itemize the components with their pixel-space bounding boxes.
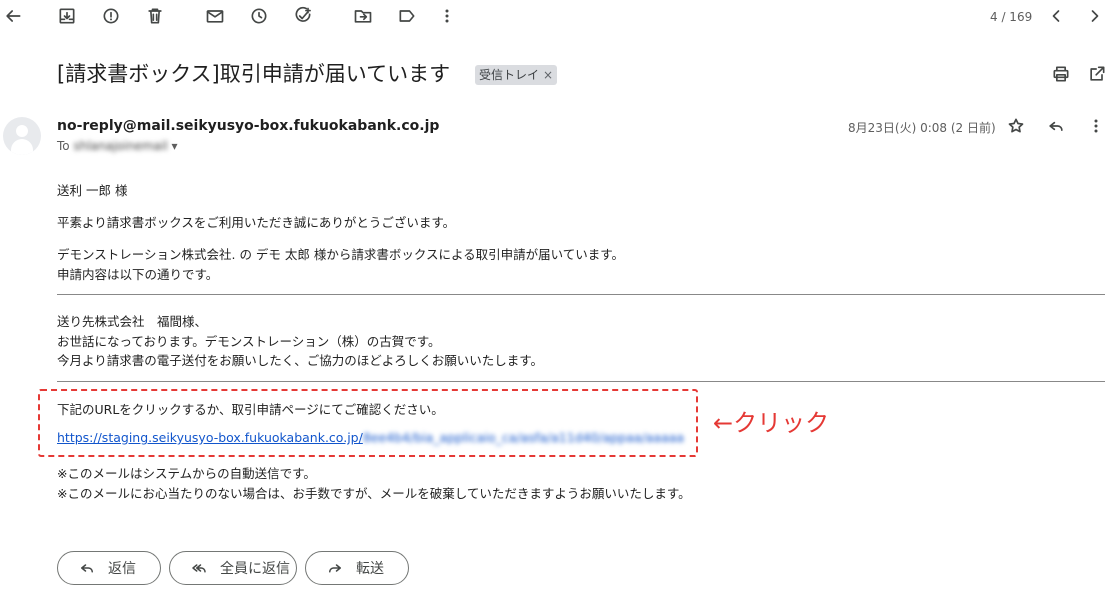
archive-icon[interactable] <box>55 4 79 28</box>
reply-button-label: 返信 <box>108 561 136 577</box>
snooze-icon[interactable] <box>247 4 271 28</box>
reply-arrow-icon <box>81 564 93 573</box>
email-subject: [請求書ボックス]取引申請が届いています <box>57 62 451 86</box>
newer-chevron-icon[interactable] <box>1044 4 1068 28</box>
body-line-3: 申請内容は以下の通りです。 <box>57 267 219 282</box>
label-icon[interactable] <box>395 4 419 28</box>
reply-icon[interactable] <box>1044 114 1068 138</box>
older-chevron-icon[interactable] <box>1083 4 1107 28</box>
greeting: 送利 一郎 様 <box>57 183 128 198</box>
star-icon[interactable] <box>1004 114 1028 138</box>
quote-line-2: お世話になっております。デモンストレーション（株）の古賀です。 <box>57 334 441 349</box>
label-chip-text: 受信トレイ <box>479 68 540 82</box>
reply-all-button[interactable]: 全員に返信 <box>169 551 297 585</box>
move-to-icon[interactable] <box>351 4 375 28</box>
more-vert-icon[interactable] <box>435 4 459 28</box>
note-line-1: ※このメールはシステムからの自動送信です。 <box>57 466 316 481</box>
add-task-icon[interactable] <box>291 4 315 28</box>
forward-button-label: 転送 <box>356 561 384 577</box>
mark-unread-icon[interactable] <box>203 4 227 28</box>
open-in-new-window-icon[interactable] <box>1085 62 1109 86</box>
remove-label-icon[interactable]: × <box>543 68 553 82</box>
sender-avatar <box>3 117 41 155</box>
quote-line-1: 送り先株式会社 福間様、 <box>57 314 208 329</box>
back-arrow-icon[interactable] <box>1 4 25 28</box>
sender-address[interactable]: no-reply@mail.seikyusyo-box.fukuokabank.… <box>57 118 439 134</box>
reply-all-button-label: 全員に返信 <box>220 561 290 577</box>
delete-icon[interactable] <box>143 4 167 28</box>
to-prefix: To <box>57 139 70 153</box>
reply-all-icon <box>192 564 206 573</box>
body-line-1: 平素より請求書ボックスをご利用いただき誠にありがとうございます。 <box>57 215 456 230</box>
pagination-count: 4 / 169 <box>990 10 1033 24</box>
reply-button[interactable]: 返信 <box>57 551 161 585</box>
message-more-icon[interactable] <box>1084 114 1108 138</box>
divider <box>57 294 1105 295</box>
recipient-redacted: shlanajoinemail <box>73 139 168 153</box>
body-line-2: デモンストレーション株式会社. の デモ 太郎 様から請求書ボックスによる取引申… <box>57 247 624 262</box>
divider <box>57 381 1105 382</box>
print-icon[interactable] <box>1049 62 1073 86</box>
click-annotation: ←クリック <box>713 409 830 437</box>
message-date: 8月23日(火) 0:08 (2 日前) <box>848 121 996 135</box>
recipient-line[interactable]: To shlanajoinemail ▾ <box>57 139 178 153</box>
report-spam-icon[interactable] <box>99 4 123 28</box>
forward-button[interactable]: 転送 <box>305 551 409 585</box>
inbox-label-chip[interactable]: 受信トレイ × <box>475 65 558 85</box>
highlight-box <box>38 389 698 457</box>
note-line-2: ※このメールにお心当たりのない場合は、お手数ですが、メールを破棄していただきます… <box>57 486 691 501</box>
quote-line-3: 今月より請求書の電子送付をお願いしたく、ご協力のほどよろしくお願いいたします。 <box>57 353 544 368</box>
recipient-details-caret-icon[interactable]: ▾ <box>172 139 178 153</box>
forward-arrow-icon <box>329 564 341 573</box>
